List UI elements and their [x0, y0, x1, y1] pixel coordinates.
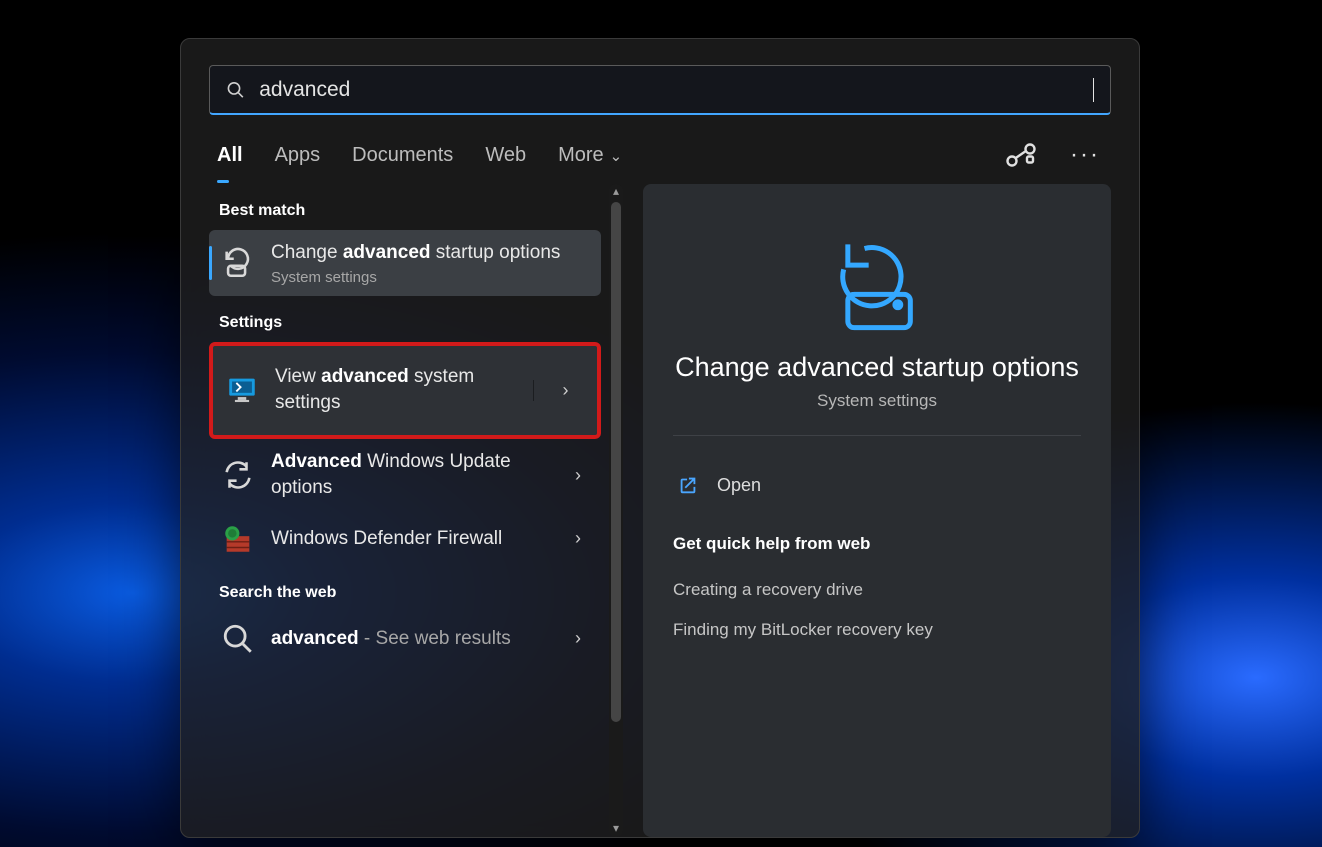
result-best-match[interactable]: Change advanced startup options System s… [209, 230, 601, 296]
result-search-web[interactable]: advanced - See web results › [209, 612, 601, 666]
result-windows-defender-firewall[interactable]: Windows Defender Firewall › [209, 512, 601, 566]
section-best-match-label: Best match [219, 202, 615, 220]
results-scrollbar[interactable]: ▴ ▾ [609, 184, 623, 837]
chevron-right-icon: › [567, 528, 589, 549]
search-icon [226, 80, 245, 100]
recovery-icon [221, 246, 255, 280]
details-title: Change advanced startup options [675, 352, 1079, 383]
monitor-icon [225, 373, 259, 407]
tab-apps[interactable]: Apps [275, 138, 321, 173]
scroll-up-icon[interactable]: ▴ [609, 184, 623, 200]
open-action-label: Open [717, 475, 761, 496]
search-bar-container: advanced [181, 39, 1139, 125]
more-options-button[interactable]: ··· [1067, 137, 1103, 173]
result-subtitle: System settings [271, 269, 589, 286]
details-pane: Change advanced startup options System s… [643, 184, 1111, 837]
result-title: Windows Defender Firewall [271, 526, 551, 553]
scroll-thumb[interactable] [611, 202, 621, 722]
tab-all[interactable]: All [217, 138, 243, 173]
scroll-down-icon[interactable]: ▾ [609, 821, 623, 837]
search-query-text: advanced [259, 78, 1094, 102]
recovery-large-icon [827, 236, 927, 336]
details-header: Change advanced startup options System s… [673, 214, 1081, 436]
quick-link-recovery-drive[interactable]: Creating a recovery drive [673, 570, 1081, 610]
result-context-button[interactable]: › [533, 380, 597, 401]
result-advanced-windows-update[interactable]: Advanced Windows Update options › [209, 439, 601, 512]
quick-link-bitlocker-key[interactable]: Finding my BitLocker recovery key [673, 610, 1081, 650]
details-subtitle: System settings [817, 391, 937, 411]
result-title: Change advanced startup options [271, 240, 589, 267]
sync-icon [221, 458, 255, 492]
open-action[interactable]: Open [673, 464, 1081, 506]
results-list: ▴ ▾ Best match Change advanced startup o… [209, 184, 619, 837]
result-title: advanced - See web results [271, 626, 551, 653]
result-title: Advanced Windows Update options [271, 449, 551, 502]
tab-web[interactable]: Web [485, 138, 526, 173]
chevron-down-icon: ⌄ [610, 148, 623, 165]
chevron-right-icon: › [567, 465, 589, 486]
result-title: View advanced system settings [275, 364, 505, 417]
search-icon [221, 622, 255, 656]
tab-more-label: More [558, 144, 604, 166]
chevron-right-icon: › [555, 380, 577, 401]
tab-more[interactable]: More ⌄ [558, 138, 622, 173]
start-search-flyout: advanced All Apps Documents Web More ⌄ ··… [180, 38, 1140, 838]
nodes-icon [1003, 137, 1039, 173]
chevron-right-icon: › [567, 628, 589, 649]
filter-tabs-row: All Apps Documents Web More ⌄ ··· [181, 125, 1139, 184]
ellipsis-icon: ··· [1070, 141, 1100, 169]
section-settings-label: Settings [219, 314, 615, 332]
filter-tabs: All Apps Documents Web More ⌄ [217, 138, 622, 173]
quick-help-heading: Get quick help from web [673, 534, 1081, 554]
firewall-icon [221, 522, 255, 556]
search-highlights-button[interactable] [1003, 137, 1039, 173]
section-search-web-label: Search the web [219, 584, 615, 602]
open-external-icon [677, 474, 699, 496]
text-caret [1093, 78, 1094, 102]
search-bar[interactable]: advanced [209, 65, 1111, 115]
tab-documents[interactable]: Documents [352, 138, 453, 173]
result-view-advanced-system-settings[interactable]: View advanced system settings › [209, 342, 601, 439]
